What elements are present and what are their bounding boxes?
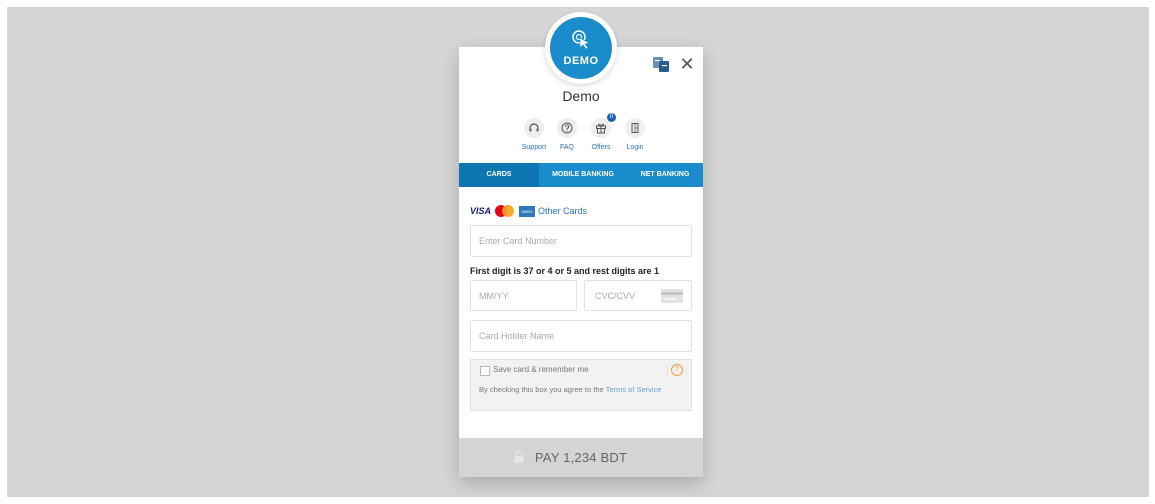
terms-link[interactable]: Terms of Service <box>606 385 662 394</box>
card-holder-field[interactable] <box>470 320 692 352</box>
save-card-panel: Save card & remember me ? By checking th… <box>470 359 692 411</box>
terms-prefix: By checking this box you agree to the <box>479 385 606 394</box>
cvc-field[interactable] <box>584 280 692 311</box>
card-brands: VISA AMEX Other Cards <box>470 204 587 218</box>
mastercard-logo <box>495 205 515 217</box>
payment-method-tabs: CARDS MOBILE BANKING NET BANKING <box>459 163 703 187</box>
expiry-input[interactable] <box>471 281 576 310</box>
amex-logo: AMEX <box>519 205 536 217</box>
card-back-icon <box>661 289 683 303</box>
pay-button-label: PAY 1,234 BDT <box>534 450 628 465</box>
divider <box>667 365 668 376</box>
merchant-logo-text: DEMO <box>563 55 599 67</box>
tab-mobile-banking[interactable]: MOBILE BANKING <box>539 163 627 187</box>
language-icon[interactable] <box>652 55 670 73</box>
login-icon <box>625 118 645 138</box>
terms-text: By checking this box you agree to the Te… <box>479 384 684 396</box>
merchant-name: Demo <box>562 88 600 104</box>
save-card-checkbox[interactable] <box>480 366 490 376</box>
payment-modal <box>459 47 703 477</box>
pay-button[interactable]: PAY 1,234 BDT <box>459 438 703 477</box>
card-holder-input[interactable] <box>471 321 691 351</box>
tab-cards[interactable]: CARDS <box>459 163 539 187</box>
expiry-field[interactable] <box>470 280 577 311</box>
quick-link-label: Login <box>626 144 644 151</box>
card-number-field[interactable] <box>470 225 692 257</box>
save-card-label[interactable]: Save card & remember me <box>493 365 589 374</box>
other-cards-link[interactable]: Other Cards <box>538 206 587 216</box>
visa-logo: VISA <box>470 206 492 216</box>
help-circle-icon <box>557 118 577 138</box>
merchant-logo-badge: DEMO <box>550 17 612 79</box>
lock-icon <box>514 450 524 463</box>
card-number-input[interactable] <box>471 226 691 256</box>
headset-icon <box>524 118 544 138</box>
help-icon[interactable]: ? <box>671 364 683 376</box>
gift-icon: 0 <box>591 113 616 138</box>
quick-link-login[interactable]: Login <box>615 118 655 151</box>
merchant-logo: DEMO <box>545 12 617 84</box>
tab-net-banking[interactable]: NET BANKING <box>627 163 703 187</box>
pointer-icon <box>572 30 590 50</box>
card-number-hint: First digit is 37 or 4 or 5 and rest dig… <box>470 266 660 276</box>
close-icon[interactable]: ✕ <box>678 55 696 73</box>
